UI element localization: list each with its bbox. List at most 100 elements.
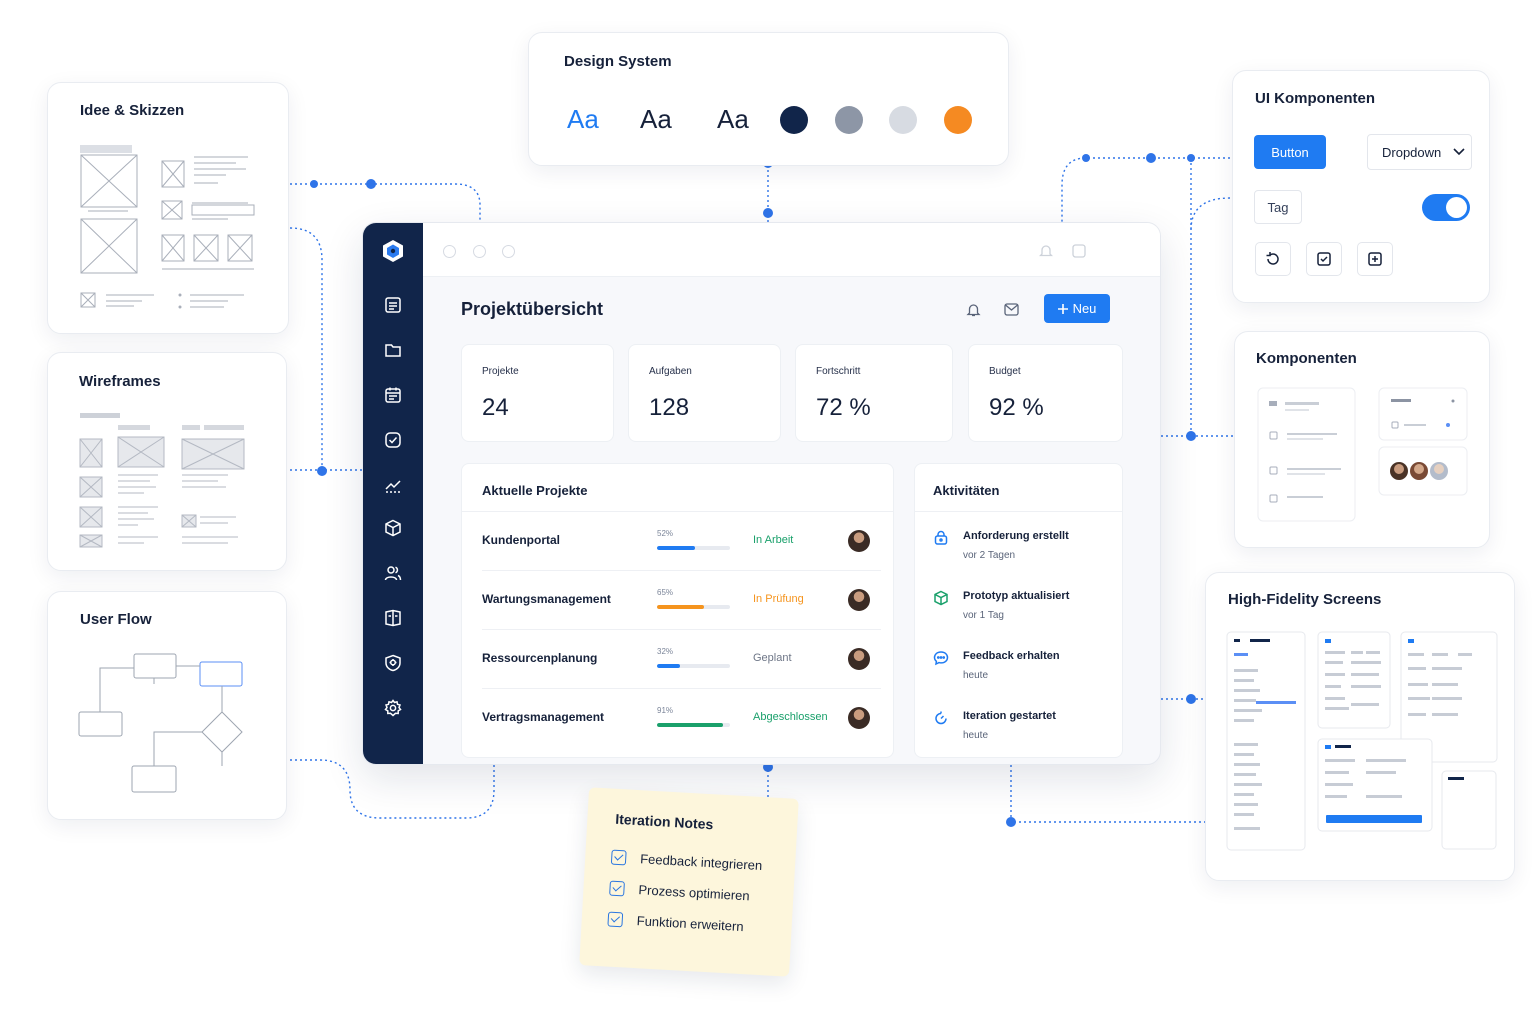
color-swatch-gray[interactable] [835,106,863,134]
sketch-illustration [80,145,255,309]
app-topbar: MM [423,223,1160,277]
project-row[interactable]: Ressourcenplanung 32% Geplant [462,630,895,689]
connector-node [366,179,376,189]
typography-sample-regular: Aa [717,104,749,134]
notification-icon[interactable] [966,302,981,317]
avatar[interactable] [848,707,870,729]
stat-label: Budget [989,366,1021,377]
bell-outline-icon[interactable] [1039,243,1053,258]
project-row[interactable]: Wartungsmanagement 65% In Prüfung [462,571,895,630]
checkbox-checked-icon[interactable] [610,849,627,866]
plus-icon [1057,303,1068,314]
card-title: User Flow [80,611,152,628]
refresh-icon-button[interactable] [1255,242,1291,276]
app-window: MM Projektübersicht Neu Projekte 24 Aufg… [362,222,1161,765]
note-item[interactable]: Feedback integrieren [610,849,763,874]
stat-card-budget[interactable]: Budget 92 % [968,344,1123,442]
cube-icon[interactable] [382,517,404,539]
avatar[interactable] [848,589,870,611]
settings-icon[interactable] [382,697,404,719]
projects-title: Aktuelle Projekte [482,483,588,498]
progress-percent: 32% [657,647,674,656]
note-text: Funktion erweitern [636,913,744,935]
activity-title: Iteration gestartet [963,710,1056,722]
folder-icon[interactable] [382,339,404,361]
projects-panel: Aktuelle Projekte Kundenportal 52% In Arbe… [461,463,894,758]
analytics-icon[interactable] [382,474,404,496]
progress-bar [657,664,730,668]
users-icon[interactable] [382,562,404,584]
komponenten-card[interactable]: Komponenten [1234,331,1490,548]
progress-fill [657,546,695,550]
card-title: Design System [564,53,672,70]
color-swatch-light-gray[interactable] [889,106,917,134]
progress-percent: 91% [657,706,674,715]
toggle-knob [1446,197,1467,218]
idea-sketch-card[interactable]: Idee & Skizzen [47,82,289,334]
progress-percent: 52% [657,529,674,538]
wireframes-card[interactable]: Wireframes [47,352,287,571]
sample-button[interactable]: Button [1254,135,1326,169]
avatar[interactable] [848,530,870,552]
checkbox-checked-icon[interactable] [607,911,624,928]
notes-title: Iteration Notes [614,810,714,833]
page-title: Projektübersicht [461,299,604,319]
card-title: Wireframes [79,373,161,390]
progress-fill [657,605,705,609]
connector-node [1187,154,1195,162]
sample-dropdown[interactable]: Dropdown [1367,134,1472,170]
card-title: High-Fidelity Screens [1228,591,1382,608]
stat-label: Projekte [482,366,519,377]
project-row[interactable]: Kundenportal 52% In Arbeit [462,512,895,571]
logo-icon[interactable] [380,238,406,264]
connector-node [763,208,773,218]
lock-icon [934,530,948,545]
card-title: UI Komponenten [1255,90,1375,107]
book-icon[interactable] [382,607,404,629]
window-square-icon[interactable] [1072,244,1086,258]
component-thumbnails [1257,387,1468,522]
connector-node [1186,694,1196,704]
project-name: Ressourcenplanung [482,651,598,665]
sample-tag[interactable]: Tag [1254,190,1302,224]
new-button[interactable]: Neu [1044,294,1110,323]
user-flow-diagram [78,653,243,793]
refresh-icon [1266,252,1279,265]
checkbox-checked-icon[interactable] [609,880,625,897]
stat-value: 128 [649,394,690,421]
stat-value: 72 % [816,394,871,421]
add-square-icon-button[interactable] [1357,242,1393,276]
status-label: Abgeschlossen [753,711,828,723]
document-icon[interactable] [382,294,404,316]
user-flow-card[interactable]: User Flow [47,591,287,820]
stat-card-projekte[interactable]: Projekte 24 [461,344,614,442]
avatar[interactable] [848,648,870,670]
iteration-notes-sticky[interactable]: Iteration Notes Feedback integrieren Pro… [579,787,799,977]
card-title: Komponenten [1256,350,1357,367]
settings-shield-icon[interactable] [382,652,404,674]
high-fidelity-card[interactable]: High-Fidelity Screens [1205,572,1515,881]
sidebar [363,223,423,764]
sample-toggle[interactable] [1422,194,1470,221]
stat-value: 92 % [989,394,1044,421]
color-swatch-orange[interactable] [944,106,972,134]
project-row[interactable]: Vertragsmanagement 91% Abgeschlossen [462,689,895,748]
connector-node [1082,154,1090,162]
checkbox-icon-button[interactable] [1306,242,1342,276]
mail-icon[interactable] [1004,303,1019,316]
task-check-icon[interactable] [382,429,404,451]
wireframe-illustration [79,413,245,548]
stat-card-aufgaben[interactable]: Aufgaben 128 [628,344,781,442]
timer-icon [935,711,947,725]
progress-fill [657,664,681,668]
connector-node [1006,817,1016,827]
note-item[interactable]: Prozess optimieren [609,880,750,903]
color-swatch-navy[interactable] [780,106,808,134]
stat-card-fortschritt[interactable]: Fortschritt 72 % [795,344,953,442]
calendar-icon[interactable] [382,384,404,406]
status-label: In Arbeit [753,534,794,546]
note-text: Feedback integrieren [639,851,763,874]
status-label: Geplant [753,652,792,664]
design-system-card[interactable]: Design System [528,32,1009,166]
note-item[interactable]: Funktion erweitern [607,911,744,935]
